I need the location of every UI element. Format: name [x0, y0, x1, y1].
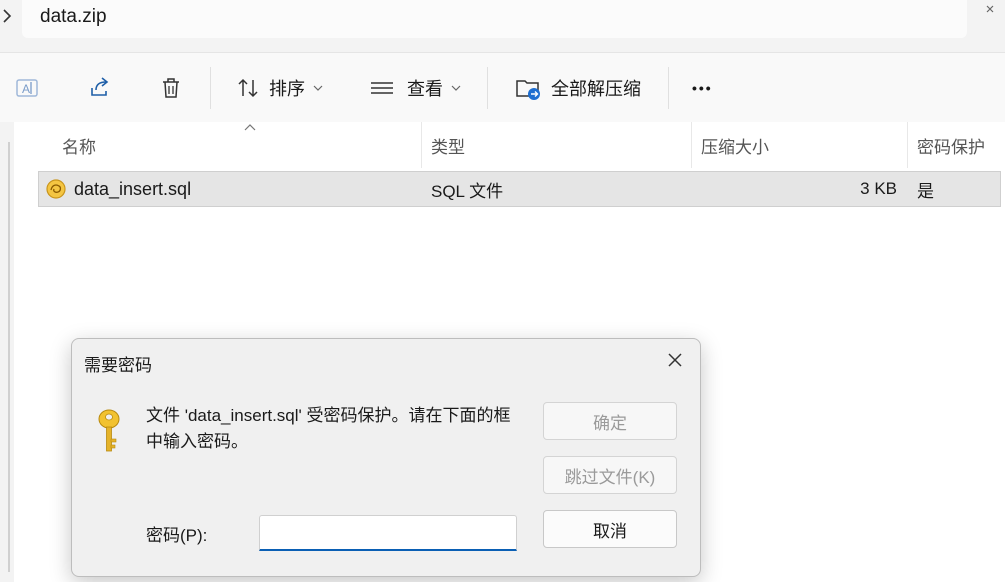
column-compressed-size[interactable]: 压缩大小	[701, 122, 769, 168]
more-icon: •••	[692, 80, 713, 96]
svg-text:A: A	[22, 82, 30, 96]
sort-ascending-icon	[244, 120, 256, 134]
scrollbar[interactable]	[8, 142, 10, 572]
close-icon[interactable]	[662, 347, 688, 373]
table-row[interactable]: data_insert.sql SQL 文件 3 KB 是	[38, 171, 1001, 207]
column-password-protected[interactable]: 密码保护	[917, 122, 985, 168]
share-button[interactable]	[84, 65, 114, 111]
extract-all-label: 全部解压缩	[551, 79, 641, 99]
sort-button[interactable]: 排序	[233, 65, 323, 111]
sort-label: 排序	[269, 79, 305, 99]
dialog-title: 需要密码	[84, 356, 152, 375]
toolbar-divider	[210, 67, 211, 109]
command-bar: A 排序 查看 全部解压缩 •••	[0, 52, 1005, 123]
extract-all-button[interactable]: 全部解压缩	[513, 65, 641, 111]
sort-icon	[233, 73, 263, 103]
password-label: 密码(P):	[146, 526, 208, 545]
skip-file-button[interactable]: 跳过文件(K)	[543, 456, 677, 494]
password-dialog: 需要密码 文件 'data_insert.sql' 受密码保护。请在下面的框中输…	[71, 338, 701, 577]
dialog-message: 文件 'data_insert.sql' 受密码保护。请在下面的框中输入密码。	[146, 406, 511, 451]
file-name: data_insert.sql	[74, 178, 192, 199]
view-label: 查看	[407, 79, 443, 99]
cancel-button[interactable]: 取消	[543, 510, 677, 548]
column-divider[interactable]	[907, 122, 908, 168]
chevron-down-icon	[313, 82, 323, 94]
search-box-edge[interactable]	[985, 2, 995, 21]
address-bar-area: data.zip	[0, 0, 1005, 50]
toolbar-divider	[487, 67, 488, 109]
column-type[interactable]: 类型	[431, 122, 465, 168]
file-password-protected: 是	[917, 181, 934, 201]
address-bar[interactable]: data.zip	[22, 0, 967, 38]
trash-icon	[156, 73, 186, 103]
toolbar-divider	[668, 67, 669, 109]
password-input[interactable]	[259, 515, 517, 551]
view-button[interactable]: 查看	[367, 65, 461, 111]
address-path: data.zip	[40, 6, 107, 27]
file-type: SQL 文件	[431, 181, 504, 201]
sql-file-icon	[45, 172, 67, 206]
extract-folder-icon	[513, 73, 543, 103]
column-header: 名称 类型 压缩大小 密码保护	[14, 122, 1005, 168]
key-icon	[94, 409, 124, 460]
chevron-down-icon	[451, 82, 461, 94]
view-list-icon	[367, 73, 397, 103]
chevron-right-icon[interactable]	[2, 8, 12, 29]
delete-button[interactable]	[156, 65, 186, 111]
ok-button[interactable]: 确定	[543, 402, 677, 440]
rename-button[interactable]: A	[12, 65, 42, 111]
file-compressed-size: 3 KB	[860, 179, 897, 198]
rename-icon: A	[12, 73, 42, 103]
column-divider[interactable]	[421, 122, 422, 168]
more-options-button[interactable]: •••	[690, 65, 713, 111]
navigation-pane-edge	[0, 122, 14, 582]
column-name[interactable]: 名称	[62, 122, 96, 168]
column-divider[interactable]	[691, 122, 692, 168]
share-icon	[84, 73, 114, 103]
